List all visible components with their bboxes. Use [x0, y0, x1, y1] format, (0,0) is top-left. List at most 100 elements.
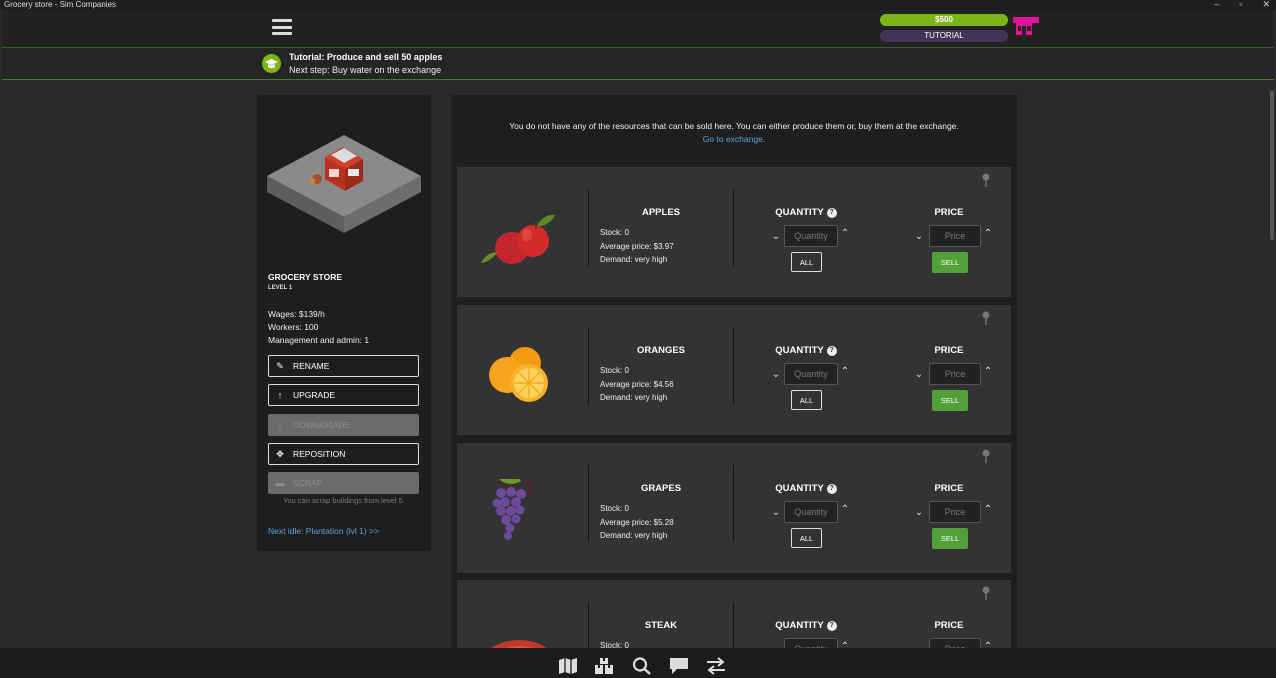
wages-text: Wages: $139/h — [268, 309, 325, 319]
sell-panel: You do not have any of the resources tha… — [451, 95, 1017, 655]
quantity-label: QUANTITY — [775, 207, 824, 218]
minimize-button[interactable]: – — [1214, 0, 1219, 10]
price-header: PRICE — [934, 345, 964, 356]
price-input[interactable] — [929, 225, 981, 247]
price-header: PRICE — [934, 207, 964, 218]
quantity-header: QUANTITY? — [734, 620, 878, 631]
divider — [588, 327, 589, 404]
chevron-up-icon[interactable]: ⌃ — [983, 228, 993, 239]
sim-companies-logo-icon[interactable] — [1012, 15, 1040, 37]
help-icon[interactable]: ? — [826, 207, 837, 218]
reposition-button[interactable]: ✥ REPOSITION — [268, 443, 419, 465]
quantity-header: QUANTITY? — [734, 207, 878, 218]
help-icon[interactable]: ? — [826, 620, 837, 631]
divider — [733, 327, 734, 404]
help-icon[interactable]: ? — [826, 483, 837, 494]
reposition-label: REPOSITION — [293, 449, 346, 459]
warehouse-icon[interactable] — [594, 657, 614, 675]
product-info: Stock: 0 Average price: $3.97 Demand: ve… — [600, 226, 674, 267]
product-name: APPLES — [641, 207, 680, 218]
building-level: LEVEL 1 — [268, 285, 293, 291]
upgrade-label: UPGRADE — [293, 390, 336, 400]
search-icon[interactable] — [632, 657, 652, 675]
sell-button[interactable]: SELL — [932, 252, 968, 273]
grapes-image — [492, 479, 532, 540]
building-panel: GROCERY STORE LEVEL 1 Wages: $139/h Work… — [257, 95, 431, 551]
no-resources-notice: You do not have any of the resources tha… — [509, 121, 959, 131]
quantity-header: QUANTITY? — [734, 483, 878, 494]
quantity-input[interactable] — [784, 225, 838, 247]
pin-icon[interactable] — [982, 449, 990, 463]
price-header: PRICE — [934, 620, 964, 631]
rename-button[interactable]: ✎ RENAME — [268, 355, 419, 377]
money-badge[interactable]: $500 — [880, 14, 1008, 26]
map-icon[interactable] — [558, 657, 578, 675]
chevron-down-icon[interactable]: ⌄ — [771, 231, 781, 242]
close-window-button[interactable]: ✕ — [1262, 0, 1270, 10]
average-price-text: Average price: $3.97 — [600, 241, 674, 251]
chevron-down-icon[interactable]: ⌄ — [914, 369, 924, 380]
help-icon[interactable]: ? — [826, 345, 837, 356]
upgrade-button[interactable]: ↑ UPGRADE — [268, 384, 419, 406]
window-title: Grocery store - Sim Companies — [4, 0, 117, 9]
sell-button[interactable]: SELL — [932, 390, 968, 411]
arrow-down-icon: ↓ — [277, 420, 283, 430]
scrap-note: You can scrap buildings from level 5. — [283, 496, 405, 505]
all-button[interactable]: ALL — [791, 528, 822, 548]
tutorial-bar[interactable]: Tutorial: Produce and sell 50 apples Nex… — [2, 47, 1274, 80]
transfer-icon[interactable] — [706, 657, 726, 675]
scrap-label: SCRAP — [293, 478, 323, 488]
divider — [588, 189, 589, 266]
maximize-button[interactable]: ▫ — [1239, 0, 1242, 10]
trash-icon: ▬ — [275, 478, 285, 488]
chevron-up-icon[interactable]: ⌃ — [840, 504, 850, 515]
pin-icon[interactable] — [982, 311, 990, 325]
all-button[interactable]: ALL — [791, 390, 822, 410]
chevron-down-icon[interactable]: ⌄ — [914, 231, 924, 242]
quantity-input[interactable] — [784, 363, 838, 385]
price-input[interactable] — [929, 363, 981, 385]
edit-icon: ✎ — [276, 360, 284, 371]
downgrade-button[interactable]: ↓ DOWNGRADE — [268, 414, 419, 436]
product-card-grapes: GRAPES Stock: 0 Average price: $5.28 Dem… — [457, 443, 1011, 573]
period: . — [762, 134, 766, 144]
product-name: STEAK — [644, 620, 678, 631]
chevron-up-icon[interactable]: ⌃ — [983, 366, 993, 377]
menu-icon[interactable] — [272, 19, 292, 35]
chat-icon[interactable] — [669, 657, 689, 675]
product-card-steak: STEAK Stock: 0 QUANTITY? PRICE ⌄ ⌃ ⌄ ⌃ — [457, 580, 1011, 655]
management-text: Management and admin: 1 — [268, 335, 370, 345]
chevron-up-icon[interactable]: ⌃ — [983, 504, 993, 515]
pin-icon[interactable] — [982, 173, 990, 187]
chevron-down-icon[interactable]: ⌄ — [771, 369, 781, 380]
next-idle-link[interactable]: Next idle: Plantation (lvl 1) >> — [268, 526, 379, 536]
quantity-label: QUANTITY — [775, 345, 824, 356]
sell-button[interactable]: SELL — [932, 528, 968, 549]
chevron-up-icon[interactable]: ⌃ — [840, 228, 850, 239]
go-to-exchange-link[interactable]: Go to exchange — [703, 134, 763, 144]
scrollbar-thumb[interactable] — [1270, 90, 1274, 240]
scrap-button[interactable]: ▬ SCRAP — [268, 472, 419, 494]
workers-text: Workers: 100 — [268, 322, 319, 332]
quantity-input[interactable] — [784, 501, 838, 523]
chevron-up-icon[interactable]: ⌃ — [840, 366, 850, 377]
divider — [588, 465, 589, 542]
price-header: PRICE — [934, 483, 964, 494]
product-name: ORANGES — [636, 345, 686, 356]
average-price-text: Average price: $4.56 — [600, 379, 674, 389]
chevron-down-icon[interactable]: ⌄ — [914, 507, 924, 518]
orange-image — [489, 347, 548, 402]
tutorial-mode-badge[interactable]: TUTORIAL — [880, 30, 1008, 42]
quantity-label: QUANTITY — [775, 620, 824, 631]
chevron-down-icon[interactable]: ⌄ — [771, 507, 781, 518]
price-input[interactable] — [929, 501, 981, 523]
quantity-label: QUANTITY — [775, 483, 824, 494]
demand-text: Demand: very high — [600, 393, 668, 402]
downgrade-label: DOWNGRADE — [293, 420, 351, 430]
stock-text: Stock: 0 — [600, 228, 629, 237]
building-name: GROCERY STORE — [268, 272, 342, 282]
all-button[interactable]: ALL — [791, 252, 822, 272]
apple-image — [481, 214, 555, 264]
quantity-header: QUANTITY? — [734, 345, 878, 356]
pin-icon[interactable] — [982, 586, 990, 600]
